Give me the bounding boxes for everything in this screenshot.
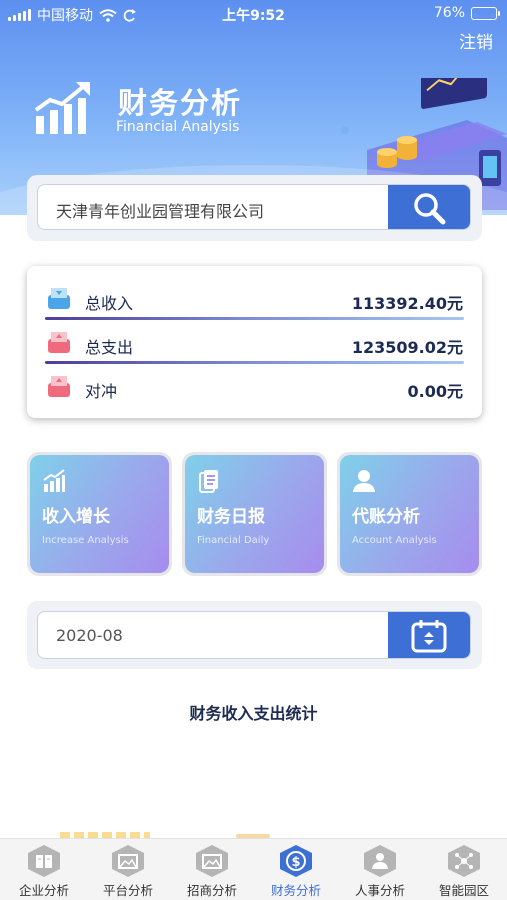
tab-hr-analysis[interactable]: 人事分析: [338, 839, 422, 900]
analysis-cards: 收入增长 Increase Analysis 财务日报 Financial Da…: [27, 452, 482, 576]
search-button[interactable]: [388, 185, 470, 229]
total-expense-row: 总支出 123509.02元: [47, 328, 463, 358]
tab-financial-analysis[interactable]: $ 财务分析: [254, 839, 338, 900]
month-picker-field[interactable]: 2020-08: [37, 611, 471, 659]
page-subtitle: Financial Analysis: [116, 119, 240, 135]
offset-row: 对冲 0.00元: [47, 372, 463, 402]
section-title: 财务收入支出统计: [189, 704, 318, 723]
inbox-out-icon: [48, 332, 70, 353]
bottom-tab-bar: 企业分析 平台分析 招商分析 $ 财务分析 人事分析 智能园区: [0, 838, 507, 900]
calendar-icon: [411, 620, 447, 653]
picture-icon: [196, 845, 228, 877]
account-analysis-card[interactable]: 代账分析 Account Analysis: [337, 452, 482, 576]
tab-label: 招商分析: [186, 883, 237, 898]
bar-chart-icon: [43, 469, 65, 492]
finance-summary-card: 总收入 113392.40元 总支出 123509.02元 对冲 0.00元: [27, 266, 482, 418]
offset-value: 0.00元: [407, 382, 463, 401]
logout-button[interactable]: 注销: [459, 28, 493, 53]
growth-chart-icon: [34, 82, 90, 134]
picture-icon: [112, 845, 144, 877]
battery-icon: [471, 6, 500, 20]
battery-percent: 76%: [433, 5, 465, 21]
offset-label: 对冲: [85, 382, 118, 401]
inbox-in-icon: [48, 288, 70, 309]
card-subtitle: Increase Analysis: [42, 535, 129, 546]
tab-investment-analysis[interactable]: 招商分析: [170, 839, 254, 900]
people-icon: [364, 845, 396, 877]
company-search-field[interactable]: 天津青年创业园管理有限公司: [37, 184, 471, 230]
calendar-button[interactable]: [388, 612, 470, 658]
person-icon: [353, 470, 375, 492]
financial-daily-card[interactable]: 财务日报 Financial Daily: [182, 452, 327, 576]
clock: 上午9:52: [222, 8, 285, 24]
increase-analysis-card[interactable]: 收入增长 Increase Analysis: [27, 452, 172, 576]
page-title: 财务分析: [118, 86, 243, 120]
document-icon: [199, 470, 218, 493]
card-subtitle: Account Analysis: [352, 535, 437, 546]
total-expense-label: 总支出: [85, 338, 134, 357]
search-panel: 天津青年创业园管理有限公司: [27, 175, 482, 241]
tab-enterprise-analysis[interactable]: 企业分析: [2, 839, 86, 900]
status-bar: 中国移动 上午9:52 76%: [0, 0, 507, 28]
tab-label: 平台分析: [102, 883, 153, 898]
company-search-input[interactable]: 天津青年创业园管理有限公司: [56, 198, 264, 222]
network-icon: [448, 845, 480, 877]
card-title: 代账分析: [352, 507, 420, 527]
divider: [45, 361, 464, 364]
tab-platform-analysis[interactable]: 平台分析: [86, 839, 170, 900]
tab-smart-park[interactable]: 智能园区: [422, 839, 506, 900]
card-subtitle: Financial Daily: [197, 535, 270, 546]
date-panel: 2020-08: [27, 601, 482, 669]
book-icon: [28, 845, 60, 877]
tab-label: 企业分析: [18, 883, 69, 898]
tab-label: 智能园区: [438, 883, 489, 898]
total-expense-value: 123509.02元: [351, 338, 463, 357]
tab-label: 财务分析: [270, 883, 321, 898]
dollar-icon: $: [280, 845, 312, 877]
search-icon: [414, 193, 446, 225]
divider: [45, 317, 464, 320]
card-title: 财务日报: [197, 507, 265, 527]
total-income-label: 总收入: [85, 294, 134, 313]
month-input[interactable]: 2020-08: [56, 626, 123, 645]
card-title: 收入增长: [42, 507, 110, 527]
total-income-value: 113392.40元: [351, 294, 463, 313]
svg-text:$: $: [291, 855, 300, 870]
tab-label: 人事分析: [354, 883, 405, 898]
inbox-offset-icon: [48, 376, 70, 397]
total-income-row: 总收入 113392.40元: [47, 284, 463, 314]
